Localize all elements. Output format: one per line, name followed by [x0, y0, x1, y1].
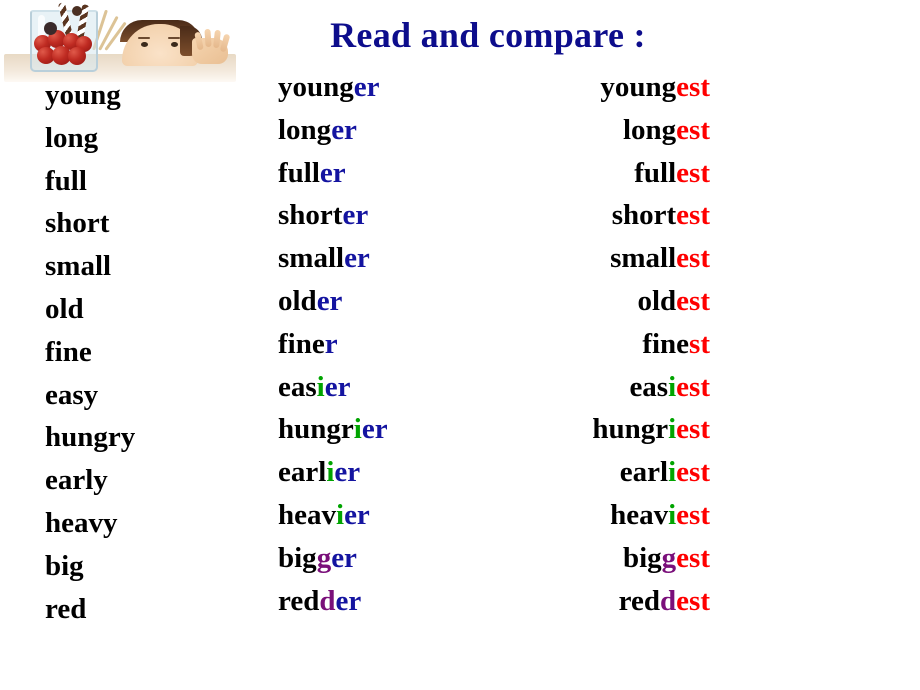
- superlative-word: oldest: [470, 280, 710, 323]
- base-word: easy: [45, 378, 99, 411]
- word-segment-black: long: [622, 113, 677, 146]
- base-word: small: [45, 250, 112, 283]
- superlative-word: earliest: [470, 451, 710, 494]
- word-segment-blue: er: [361, 413, 388, 446]
- word-segment-black: small: [278, 242, 345, 275]
- word-segment-purple: g: [661, 541, 677, 574]
- word-segment-black: young: [278, 71, 354, 103]
- word-segment-green: i: [353, 413, 362, 446]
- superlative-word: fullest: [470, 152, 710, 195]
- word-segment-black: red: [278, 584, 320, 617]
- word-segment-black: big: [622, 541, 662, 574]
- word-segment-black: fine: [278, 327, 325, 360]
- base-word: full: [45, 164, 87, 197]
- word-segment-green: i: [668, 370, 677, 403]
- word-segment-blue: r: [324, 327, 338, 360]
- word-segment-black: long: [278, 113, 332, 146]
- word-segment-red: est: [676, 71, 710, 103]
- word-segment-green: i: [668, 413, 677, 446]
- word-segment-black: earl: [619, 456, 669, 489]
- word-segment-black: big: [278, 541, 317, 574]
- word-segment-black: short: [278, 199, 343, 232]
- word-segment-purple: d: [660, 584, 677, 617]
- word-segment-black: heav: [610, 498, 669, 531]
- word-segment-black: full: [278, 156, 320, 189]
- word-segment-black: fine: [642, 327, 690, 360]
- word-segment-blue: er: [324, 370, 351, 403]
- word-segment-black: short: [611, 199, 677, 232]
- superlative-word: youngest: [470, 66, 710, 109]
- base-word: short: [45, 207, 110, 240]
- superlative-word: easiest: [470, 366, 710, 409]
- word-segment-red: est: [676, 113, 710, 146]
- word-segment-red: est: [676, 156, 710, 189]
- superlative-word: finest: [470, 323, 710, 366]
- word-segment-red: st: [689, 327, 710, 360]
- word-segment-black: eas: [629, 370, 669, 403]
- superlative-word: biggest: [470, 537, 710, 580]
- word-segment-green: i: [336, 498, 345, 531]
- word-segment-red: est: [676, 284, 710, 317]
- word-segment-black: young: [600, 71, 677, 103]
- word-segment-black: heav: [278, 498, 336, 531]
- column-superlative-adjectives: youngest longest fullest shortest smallest ol…: [470, 66, 710, 622]
- word-segment-black: hungr: [592, 413, 669, 446]
- word-segment-blue: er: [353, 71, 380, 103]
- word-segment-blue: er: [316, 284, 343, 317]
- superlative-word: shortest: [470, 194, 710, 237]
- word-segment-blue: er: [331, 113, 357, 146]
- word-segment-red: est: [676, 456, 710, 489]
- word-segment-black: old: [278, 284, 317, 317]
- word-segment-purple: g: [316, 541, 332, 574]
- word-segment-red: est: [676, 584, 710, 617]
- word-segment-green: i: [316, 370, 325, 403]
- base-word: red: [45, 592, 87, 625]
- word-segment-blue: er: [331, 541, 357, 574]
- word-segment-blue: er: [319, 156, 346, 189]
- word-segment-green: i: [668, 456, 677, 489]
- word-segment-black: full: [634, 156, 677, 189]
- word-segment-black: small: [610, 242, 677, 275]
- superlative-word: longest: [470, 109, 710, 152]
- word-segment-blue: er: [334, 456, 361, 489]
- base-word: big: [45, 549, 84, 582]
- word-segment-red: est: [676, 242, 710, 275]
- word-segment-blue: er: [344, 242, 370, 275]
- word-segment-purple: d: [319, 584, 336, 617]
- column-base-adjectives: young long full short small old fine easy hungry…: [45, 74, 260, 630]
- word-segment-red: est: [676, 498, 710, 531]
- word-segment-red: est: [676, 541, 710, 574]
- base-word: hungry: [45, 421, 136, 454]
- word-comparison-grid: young long full short small old fine easy hungry…: [0, 0, 920, 690]
- word-segment-black: old: [637, 284, 677, 317]
- word-segment-blue: er: [335, 584, 362, 617]
- word-segment-black: eas: [278, 370, 317, 403]
- base-word: fine: [45, 335, 92, 368]
- word-segment-black: earl: [278, 456, 327, 489]
- base-word: heavy: [45, 506, 118, 539]
- word-segment-red: est: [676, 199, 710, 232]
- superlative-word: smallest: [470, 237, 710, 280]
- base-word: young: [45, 79, 121, 111]
- word-segment-red: est: [676, 413, 710, 446]
- superlative-word: hungriest: [470, 408, 710, 451]
- word-segment-blue: er: [344, 498, 370, 531]
- word-segment-red: est: [676, 370, 710, 403]
- superlative-word: heaviest: [470, 494, 710, 537]
- base-word: long: [45, 121, 99, 154]
- word-segment-black: red: [618, 584, 661, 617]
- word-segment-green: i: [668, 498, 677, 531]
- word-segment-black: hungr: [278, 413, 354, 446]
- base-word: early: [45, 464, 108, 497]
- word-segment-blue: er: [342, 199, 369, 232]
- base-word: old: [45, 292, 84, 325]
- superlative-word: reddest: [470, 580, 710, 623]
